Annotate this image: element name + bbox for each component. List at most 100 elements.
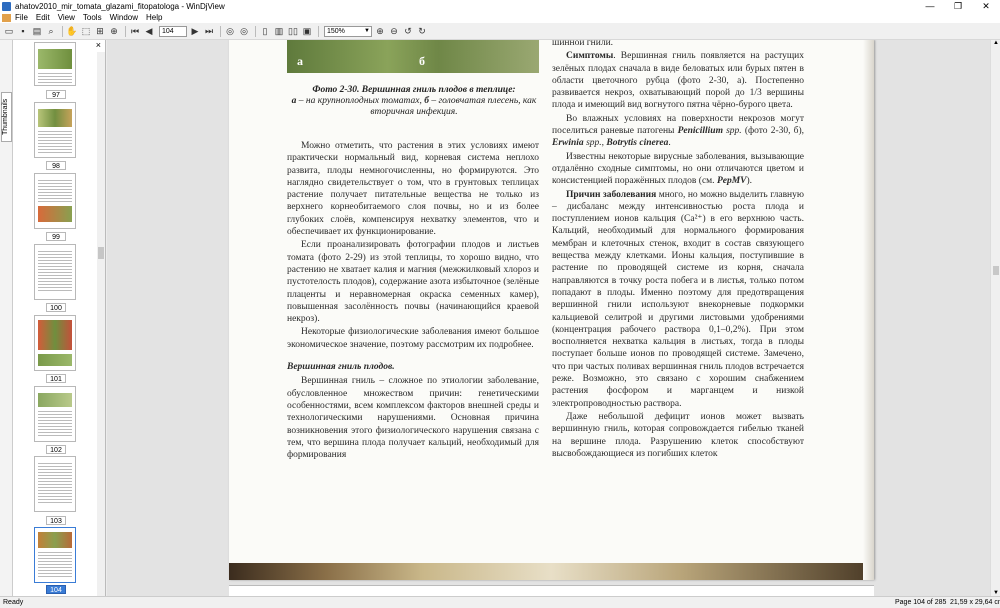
thumbnail-label: 101 [46, 374, 66, 383]
erwinia-term: Erwinia [552, 138, 584, 149]
status-page-info: Page 104 of 285 [895, 599, 947, 606]
thumbnail-scroll-thumb[interactable] [98, 247, 104, 259]
page-number-input[interactable]: 104 [159, 25, 187, 37]
hand-tool-icon[interactable]: ✋ [66, 25, 78, 37]
forward-icon[interactable]: ◎ [238, 25, 250, 37]
toolbar-separator [62, 25, 63, 37]
text: ). [746, 176, 753, 187]
toolbar-separator [318, 25, 319, 37]
menu-file[interactable]: File [15, 13, 28, 22]
find-icon[interactable]: ⌕ [45, 25, 57, 37]
right-column: шинной гнили. Симптомы. Вершинная гниль … [552, 40, 804, 461]
pepmv-term: PepMV [716, 176, 747, 187]
close-panel-icon[interactable]: × [96, 40, 101, 50]
thumbnail-label: 97 [46, 90, 66, 99]
sidebar-tab-strip: Thumbnails [0, 40, 13, 596]
thumbnail-page[interactable] [34, 102, 76, 158]
figure-photo: а б [287, 40, 539, 73]
rotate-left-icon[interactable]: ↺ [402, 25, 414, 37]
left-column: Можно отметить, что растения в этих усло… [287, 140, 539, 462]
open-icon[interactable]: ▭ [3, 25, 15, 37]
chevron-down-icon: ▼ [364, 27, 370, 34]
close-button[interactable]: ✕ [972, 0, 1000, 12]
photo-label-a: а [297, 54, 303, 68]
thumbnail-page[interactable] [34, 456, 76, 512]
facing-pages-icon[interactable]: ▯▯ [287, 25, 299, 37]
next-page-top [229, 585, 874, 596]
last-page-icon[interactable]: ⏭ [203, 25, 215, 37]
causes-label: Причин заболевания [566, 189, 657, 200]
text: . [668, 138, 671, 149]
thumbnail-page[interactable] [34, 386, 76, 442]
botrytis-term: Botrytis cinerea [606, 138, 669, 149]
zoom-value: 150% [327, 27, 345, 35]
thumbnail-label: 99 [46, 232, 66, 241]
zoom-rect-icon[interactable]: ⊞ [94, 25, 106, 37]
document-scrollbar[interactable]: ▲ ▼ [990, 40, 1000, 596]
zoom-select[interactable]: 150% ▼ [324, 25, 372, 37]
thumbnail-page[interactable] [34, 244, 76, 300]
menu-tools[interactable]: Tools [83, 13, 102, 22]
page-edge-shadow [863, 40, 874, 580]
continuous-icon[interactable]: ▥ [273, 25, 285, 37]
thumbnail-page[interactable] [34, 315, 76, 371]
save-icon[interactable]: ▪ [17, 25, 29, 37]
thumbnail-label: 100 [46, 303, 66, 312]
document-icon [2, 13, 11, 22]
causes-text: много, но можно выделить главную – дисба… [552, 189, 804, 409]
rotate-right-icon[interactable]: ↻ [416, 25, 428, 37]
page-bottom-photo-strip [229, 563, 874, 580]
thumbnail-page[interactable] [34, 173, 76, 229]
document-scroll-thumb[interactable] [993, 266, 999, 275]
back-icon[interactable]: ◎ [224, 25, 236, 37]
zoom-in-icon[interactable]: ⊕ [374, 25, 386, 37]
magnifier-icon[interactable]: ⊕ [108, 25, 120, 37]
thumbnail-scrollbar[interactable] [97, 52, 105, 596]
prev-page-icon[interactable]: ◀ [143, 25, 155, 37]
paragraph-causes: Причин заболевания много, но можно выдел… [552, 189, 804, 410]
toolbar-separator [255, 25, 256, 37]
app-icon [2, 1, 11, 11]
paragraph: шинной гнили. [552, 40, 614, 48]
title-bar: ahatov2010_mir_tomata_glazami_fitopatolo… [0, 0, 1000, 12]
paragraph: Даже небольшой дефицит ионов может вызва… [552, 411, 804, 459]
single-page-icon[interactable]: ▯ [259, 25, 271, 37]
thumbnail-page[interactable] [34, 42, 76, 86]
thumbnail-page-current[interactable] [34, 527, 76, 583]
paragraph: Можно отметить, что растения в этих усло… [287, 141, 539, 238]
symptoms-label: Симптомы [566, 51, 614, 62]
status-page-size: 21,59 x 29,64 cm [950, 599, 1000, 606]
status-bar: Ready Page 104 of 285 21,59 x 29,64 cm [0, 596, 1000, 608]
status-ready: Ready [3, 599, 24, 606]
paragraph: Некоторые физиологические заболевания им… [287, 327, 539, 350]
scroll-up-icon[interactable]: ▲ [993, 40, 999, 46]
thumbnail-panel: × 97 98 99 100 101 102 103 104 [13, 40, 106, 596]
first-page-icon[interactable]: ⏮ [129, 25, 141, 37]
document-view[interactable]: а б Фото 2-30. Вершинная гниль плодов в … [107, 40, 990, 596]
menu-bar: File Edit View Tools Window Help [0, 12, 1000, 23]
toolbar: ▭ ▪ ▤ ⌕ ✋ ⬚ ⊞ ⊕ ⏮ ◀ 104 ▶ ⏭ ◎ ◎ ▯ ▥ ▯▯ ▣… [0, 23, 1000, 40]
tab-thumbnails[interactable]: Thumbnails [1, 92, 12, 142]
paragraph-symptoms: Симптомы. Вершинная гниль появляется на … [552, 50, 804, 111]
cover-page-icon[interactable]: ▣ [301, 25, 313, 37]
window-title: ahatov2010_mir_tomata_glazami_fitopatolo… [15, 1, 225, 11]
paragraph: Если проанализировать фотографии плодов … [287, 240, 539, 325]
menu-help[interactable]: Help [146, 13, 162, 22]
caption-a-text: – на крупноплодных томатах, [296, 96, 425, 106]
minimize-button[interactable]: — [916, 0, 944, 12]
menu-view[interactable]: View [58, 13, 75, 22]
maximize-button[interactable]: ❐ [944, 0, 972, 12]
next-page-icon[interactable]: ▶ [189, 25, 201, 37]
paragraph-moist: Во влажных условиях на поверхности некро… [552, 113, 804, 150]
spp-term: spp., [583, 138, 607, 149]
print-icon[interactable]: ▤ [31, 25, 43, 37]
thumbnail-label: 103 [46, 516, 66, 525]
select-tool-icon[interactable]: ⬚ [80, 25, 92, 37]
paragraph: Вершинная гниль – сложное по этиологии з… [287, 376, 539, 461]
menu-window[interactable]: Window [110, 13, 138, 22]
menu-edit[interactable]: Edit [36, 13, 50, 22]
figure-caption: Фото 2-30. Вершинная гниль плодов в тепл… [289, 85, 539, 118]
thumbnail-label-current: 104 [46, 585, 66, 594]
penicillium-term: Penicillium [677, 126, 723, 137]
zoom-out-icon[interactable]: ⊖ [388, 25, 400, 37]
